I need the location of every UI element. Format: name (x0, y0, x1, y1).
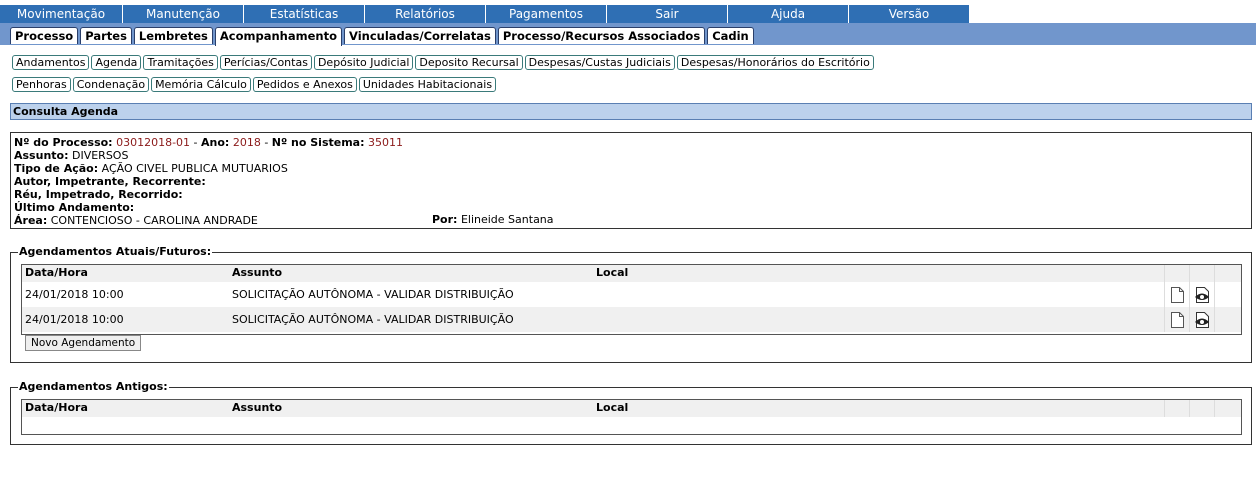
tab-acompanhamento[interactable]: Acompanhamento (214, 27, 342, 46)
tipo-value: AÇÃO CIVEL PUBLICA MUTUARIOS (101, 162, 288, 175)
agendamentos-atuais: Agendamentos Atuais/Futuros: Data/Hora A… (10, 245, 1252, 363)
reu-line: Réu, Impetrado, Recorrido: (14, 188, 1248, 201)
tab-partes[interactable]: Partes (80, 27, 132, 44)
ano-label: Ano: (201, 136, 230, 149)
tab-cadin[interactable]: Cadin (707, 27, 754, 44)
antigos-table: Data/Hora Assunto Local (21, 399, 1242, 435)
area-label: Área: (14, 214, 48, 227)
row-assunto: SOLICITAÇÃO AUTÔNOMA - VALIDAR DISTRIBUI… (232, 313, 514, 326)
subtab-deposito-recursal[interactable]: Deposito Recursal (415, 55, 523, 70)
menu-movimentacao[interactable]: Movimentação (0, 5, 123, 23)
view-document-icon[interactable] (1189, 282, 1214, 307)
col-local: Local (596, 401, 629, 414)
subtabs-row2: Penhoras Condenação Memória Cálculo Pedi… (12, 77, 498, 92)
subtab-pericias-contas[interactable]: Perícias/Contas (219, 55, 312, 70)
tipo-label: Tipo de Ação: (14, 162, 99, 175)
menu-relatorios[interactable]: Relatórios (365, 5, 486, 23)
top-menu: Movimentação Manutenção Estatísticas Rel… (0, 5, 970, 23)
tabs: Processo Partes Lembretes Acompanhamento… (10, 27, 756, 46)
por-label: Por: (432, 213, 458, 226)
subtabs-row1: Andamentos Agenda Tramitações Perícias/C… (12, 55, 876, 70)
processo-label: Nº do Processo: (14, 136, 113, 149)
table-header: Data/Hora Assunto Local (22, 265, 1241, 282)
subtab-penhoras[interactable]: Penhoras (12, 77, 71, 92)
subtab-tramitacoes[interactable]: Tramitações (143, 55, 218, 70)
assunto-line: Assunto: DIVERSOS (14, 149, 1248, 162)
subtab-despesas-custas[interactable]: Despesas/Custas Judiciais (524, 55, 675, 70)
process-info: Nº do Processo: 03012018-01 - Ano: 2018 … (10, 132, 1252, 229)
assunto-label: Assunto: (14, 149, 69, 162)
row-data: 24/01/2018 10:00 (25, 288, 124, 301)
menu-estatisticas[interactable]: Estatísticas (244, 5, 365, 23)
subtab-deposito-judicial[interactable]: Depósito Judicial (313, 55, 414, 70)
subtab-andamentos[interactable]: Andamentos (12, 55, 90, 70)
tab-processo-recursos[interactable]: Processo/Recursos Associados (497, 27, 706, 44)
ano-value: 2018 (232, 136, 261, 149)
area-line: Área: CONTENCIOSO - CAROLINA ANDRADE (14, 214, 1248, 227)
por-line: Por: Elineide Santana (432, 213, 554, 226)
subtab-agenda[interactable]: Agenda (91, 55, 142, 70)
autor-line: Autor, Impetrante, Recorrente: (14, 175, 1248, 188)
subtab-despesas-honorarios[interactable]: Despesas/Honorários do Escritório (676, 55, 874, 70)
subtab-condenacao[interactable]: Condenação (72, 77, 150, 92)
processo-value: 03012018-01 (116, 136, 191, 149)
agendamentos-antigos: Agendamentos Antigos: Data/Hora Assunto … (10, 380, 1252, 445)
table-row: 24/01/2018 10:00 SOLICITAÇÃO AUTÔNOMA - … (22, 282, 1241, 307)
menu-manutencao[interactable]: Manutenção (123, 5, 244, 23)
document-icon[interactable] (1164, 282, 1189, 307)
antigos-legend: Agendamentos Antigos: (18, 380, 169, 394)
tab-lembretes[interactable]: Lembretes (133, 27, 213, 44)
area-value: CONTENCIOSO - CAROLINA ANDRADE (50, 214, 258, 227)
table-header: Data/Hora Assunto Local (22, 400, 1241, 417)
col-data-hora: Data/Hora (25, 266, 88, 279)
row-data: 24/01/2018 10:00 (25, 313, 124, 326)
table-row: 24/01/2018 10:00 SOLICITAÇÃO AUTÔNOMA - … (22, 307, 1241, 332)
subtab-memoria-calculo[interactable]: Memória Cálculo (151, 77, 251, 92)
sistema-label: Nº no Sistema: (271, 136, 365, 149)
document-icon[interactable] (1164, 307, 1189, 332)
col-assunto: Assunto (232, 266, 283, 279)
subtab-unidades-habitacionais[interactable]: Unidades Habitacionais (358, 77, 497, 92)
subtab-pedidos-anexos[interactable]: Pedidos e Anexos (252, 77, 357, 92)
atuais-table: Data/Hora Assunto Local 24/01/2018 10:00… (21, 264, 1242, 335)
autor-label: Autor, Impetrante, Recorrente: (14, 175, 206, 188)
ultimo-line: Último Andamento: (14, 201, 1248, 214)
process-line: Nº do Processo: 03012018-01 - Ano: 2018 … (14, 136, 403, 149)
reu-label: Réu, Impetrado, Recorrido: (14, 188, 183, 201)
tipo-line: Tipo de Ação: AÇÃO CIVEL PUBLICA MUTUARI… (14, 162, 1248, 175)
page-title: Consulta Agenda (10, 103, 1252, 120)
assunto-value: DIVERSOS (71, 149, 129, 162)
menu-sair[interactable]: Sair (607, 5, 728, 23)
por-value: Elineide Santana (460, 213, 554, 226)
novo-agendamento-button[interactable]: Novo Agendamento (25, 335, 142, 351)
row-local (593, 282, 1164, 307)
view-document-icon[interactable] (1189, 307, 1214, 332)
menu-pagamentos[interactable]: Pagamentos (486, 5, 607, 23)
ultimo-label: Último Andamento: (14, 201, 135, 214)
tab-processo[interactable]: Processo (10, 27, 79, 44)
tab-vinculadas[interactable]: Vinculadas/Correlatas (344, 27, 496, 44)
col-assunto: Assunto (232, 401, 283, 414)
menu-ajuda[interactable]: Ajuda (728, 5, 849, 23)
row-assunto: SOLICITAÇÃO AUTÔNOMA - VALIDAR DISTRIBUI… (232, 288, 514, 301)
menu-versao[interactable]: Versão (849, 5, 970, 23)
row-local (593, 307, 1164, 332)
col-local: Local (596, 266, 629, 279)
atuais-legend: Agendamentos Atuais/Futuros: (18, 245, 213, 259)
sistema-value: 35011 (368, 136, 403, 149)
col-data-hora: Data/Hora (25, 401, 88, 414)
